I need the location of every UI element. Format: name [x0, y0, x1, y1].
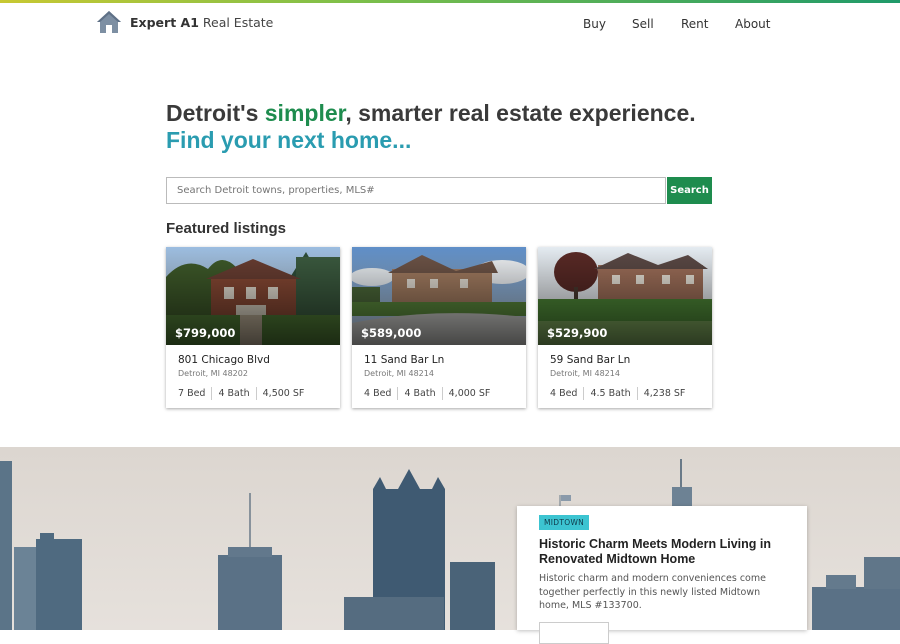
listing-card[interactable]: $799,000 801 Chicago Blvd Detroit, MI 48…	[166, 247, 340, 408]
listing-address: 11 Sand Bar Ln	[364, 354, 445, 366]
neighborhood-tag[interactable]: MIDTOWN	[539, 515, 590, 530]
listing-sqft: 4,000 SF	[441, 387, 497, 400]
hero-subheadline: Find your next home...	[166, 127, 412, 153]
listing-beds: 7 Bed	[178, 388, 206, 399]
site-header: Expert A1 Real Estate Buy Sell Rent Abou…	[0, 3, 900, 43]
listing-beds: 4 Bed	[364, 388, 392, 399]
search-button[interactable]: Search	[667, 177, 712, 204]
nav-sell[interactable]: Sell	[632, 17, 654, 31]
listing-specs: 4 Bed 4 Bath 4,000 SF	[364, 387, 496, 400]
listing-city: Detroit, MI 48202	[178, 369, 248, 378]
listing-specs: 4 Bed 4.5 Bath 4,238 SF	[550, 387, 691, 400]
listing-price: $589,000	[361, 326, 422, 340]
listing-sqft: 4,500 SF	[255, 387, 311, 400]
listing-specs: 7 Bed 4 Bath 4,500 SF	[178, 387, 310, 400]
brand-suffix: Real Estate	[202, 14, 274, 30]
article-excerpt: Historic charm and modern conveniences c…	[539, 573, 766, 611]
brand-name: Expert A1	[130, 14, 199, 30]
listing-card[interactable]: $529,900 59 Sand Bar Ln Detroit, MI 4821…	[538, 247, 712, 408]
hero-headline-end: , smarter real estate experience.	[345, 100, 696, 126]
article-card[interactable]: MIDTOWN Historic Charm Meets Modern Livi…	[517, 506, 807, 644]
listing-baths: 4 Bath	[397, 387, 441, 400]
listing-sqft: 4,238 SF	[636, 387, 692, 400]
search-input[interactable]	[166, 177, 666, 204]
hero-headline-highlight: simpler	[264, 100, 346, 126]
featured-listings-title: Featured listings	[166, 220, 287, 237]
hero-headline-start: Detroit's	[166, 100, 265, 126]
listing-beds: 4 Bed	[550, 388, 578, 399]
listing-baths: 4 Bath	[211, 387, 255, 400]
house-icon	[97, 11, 121, 33]
listing-price: $529,900	[547, 326, 608, 340]
listing-address: 59 Sand Bar Ln	[550, 354, 631, 366]
hero-headline: Detroit's simpler, smarter real estate e…	[166, 100, 696, 127]
article-title[interactable]: Historic Charm Meets Modern Living in Re…	[539, 537, 789, 567]
nav-rent[interactable]: Rent	[681, 17, 709, 31]
nav-about[interactable]: About	[735, 17, 770, 31]
listing-city: Detroit, MI 48214	[550, 369, 620, 378]
listing-price: $799,000	[175, 326, 236, 340]
listing-card[interactable]: $589,000 11 Sand Bar Ln Detroit, MI 4821…	[352, 247, 526, 408]
brand-logo[interactable]: Expert A1 Real Estate	[96, 9, 273, 35]
listing-address: 801 Chicago Blvd	[178, 354, 270, 366]
nav-buy[interactable]: Buy	[583, 17, 606, 31]
listing-city: Detroit, MI 48214	[364, 369, 434, 378]
read-more-button[interactable]	[539, 622, 609, 644]
listing-baths: 4.5 Bath	[583, 387, 636, 400]
